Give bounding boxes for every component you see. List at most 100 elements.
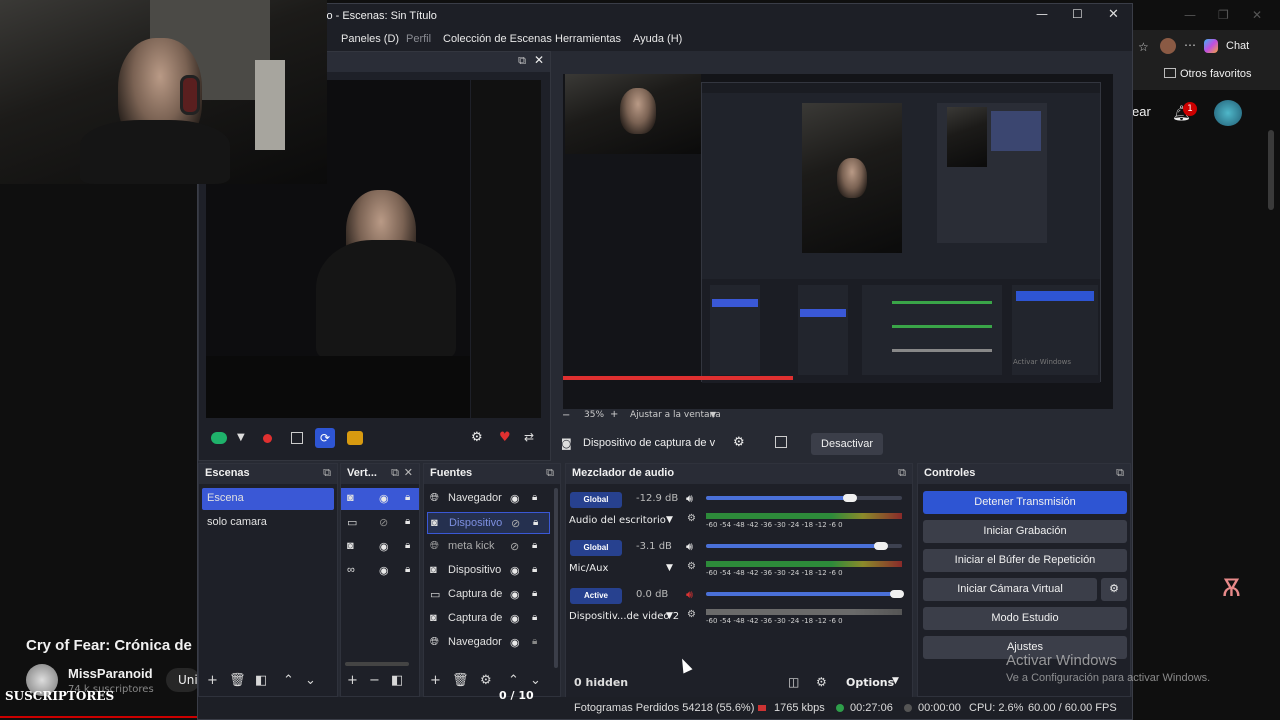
zoom-out-icon[interactable]: −: [562, 410, 570, 421]
chevron-down-icon[interactable]: ⌄: [305, 674, 316, 688]
scene-item[interactable]: Escena: [202, 488, 334, 510]
lock-icon[interactable]: 🔒︎: [532, 636, 537, 647]
studio-icon[interactable]: [291, 432, 303, 444]
close-icon[interactable]: ✕: [1252, 8, 1262, 22]
lock-icon[interactable]: 🔒︎: [405, 492, 410, 503]
channel-name[interactable]: MissParanoid: [68, 666, 153, 681]
vertical-source-item[interactable]: ∞ ◉ 🔒︎: [341, 560, 419, 582]
float-icon[interactable]: ⧉: [323, 466, 331, 480]
chevron-down-icon[interactable]: ▼: [666, 611, 673, 621]
menu-paneles[interactable]: Paneles (D): [341, 33, 399, 45]
scene-item[interactable]: solo camara: [199, 512, 337, 534]
float-icon[interactable]: ⧉: [546, 466, 554, 480]
advanced-audio-icon[interactable]: ⚙: [816, 675, 827, 689]
filter-icon[interactable]: ◧: [391, 674, 403, 688]
menu-herramientas[interactable]: Herramientas: [555, 33, 621, 45]
virtual-camera-button[interactable]: Iniciar Cámara Virtual: [923, 578, 1097, 601]
record-icon[interactable]: [263, 434, 272, 443]
gear-icon[interactable]: ⚙: [471, 430, 483, 445]
studio-mode-button[interactable]: Modo Estudio: [923, 607, 1127, 630]
filter-icon[interactable]: ◧: [255, 674, 267, 688]
lock-icon[interactable]: 🔒︎: [405, 540, 410, 551]
eye-icon[interactable]: ◉: [379, 492, 389, 505]
lock-icon[interactable]: 🔒︎: [532, 492, 537, 503]
virtualcam-icon[interactable]: [347, 431, 363, 445]
volume-slider[interactable]: [706, 542, 902, 550]
volume-knob[interactable]: [874, 542, 889, 550]
maximize-icon[interactable]: ☐: [1072, 7, 1083, 21]
eye-hidden-icon[interactable]: ⊘: [379, 516, 388, 529]
minimize-icon[interactable]: —: [1184, 8, 1196, 22]
eye-icon[interactable]: ◉: [379, 564, 389, 577]
deactivate-button[interactable]: Desactivar: [811, 433, 883, 455]
heart-icon[interactable]: ♥: [499, 430, 511, 445]
monitor-mode-pill[interactable]: Global: [570, 540, 622, 556]
replay-buffer-button[interactable]: Iniciar el Búfer de Repetición: [923, 549, 1127, 572]
source-item[interactable]: ▭ Captura de ◉ 🔒︎: [424, 584, 560, 606]
lock-icon[interactable]: 🔒︎: [532, 612, 537, 623]
star-icon[interactable]: ☆: [1138, 40, 1149, 54]
source-item-selected[interactable]: ◙ Dispositivo ⊘ 🔒︎: [427, 512, 550, 534]
vertical-scrollbar[interactable]: [554, 488, 558, 668]
speaker-icon[interactable]: 🔊︎: [686, 540, 693, 554]
stream-icon[interactable]: [211, 432, 227, 444]
filters-icon[interactable]: [775, 436, 787, 448]
start-recording-button[interactable]: Iniciar Grabación: [923, 520, 1127, 543]
share-icon[interactable]: ⇄: [524, 430, 534, 444]
menu-coleccion[interactable]: Colección de Escenas: [443, 33, 552, 45]
eye-icon[interactable]: ◉: [510, 564, 520, 577]
source-item[interactable]: ◙ Captura de ◉ 🔒︎: [424, 608, 560, 630]
chevron-down-icon[interactable]: ▼: [666, 515, 673, 525]
eye-icon[interactable]: ◉: [510, 492, 520, 505]
vertical-source-item[interactable]: ▭ ⊘ 🔒︎: [341, 512, 419, 534]
eye-icon[interactable]: ◉: [510, 588, 520, 601]
eye-hidden-icon[interactable]: ⊘: [511, 517, 520, 530]
close-icon[interactable]: ✕: [404, 466, 413, 479]
gear-icon[interactable]: ⚙: [733, 435, 745, 450]
eye-icon[interactable]: ◉: [510, 612, 520, 625]
layout-icon[interactable]: ◫: [788, 675, 799, 689]
lock-icon[interactable]: 🔒︎: [532, 540, 537, 551]
float-icon[interactable]: ⧉: [391, 466, 399, 480]
menu-perfil[interactable]: Perfil: [406, 33, 431, 45]
fit-mode-select[interactable]: Ajustar a la ventana: [630, 410, 721, 420]
eye-icon[interactable]: ◉: [510, 636, 520, 649]
speaker-icon[interactable]: 🔊︎: [686, 492, 693, 506]
remove-icon[interactable]: −: [369, 674, 380, 688]
volume-slider[interactable]: [706, 590, 904, 598]
gear-icon[interactable]: ⚙: [480, 674, 492, 688]
options-menu[interactable]: Options: [846, 676, 894, 689]
other-favorites[interactable]: Otros favoritos: [1180, 68, 1252, 80]
float-icon[interactable]: ⧉: [1116, 466, 1124, 480]
settings-icon[interactable]: ⚙: [687, 561, 696, 572]
volume-slider[interactable]: [706, 494, 902, 502]
mute-icon[interactable]: 🔊︎: [686, 588, 693, 602]
chevron-down-icon[interactable]: ▼: [710, 410, 716, 419]
more-icon[interactable]: ⋯: [1184, 38, 1196, 52]
add-icon[interactable]: +: [430, 674, 441, 688]
copilot-icon[interactable]: [1204, 39, 1218, 53]
virtual-camera-settings-button[interactable]: ⚙: [1101, 578, 1127, 601]
eye-icon[interactable]: ◉: [379, 540, 389, 553]
source-item[interactable]: 🌐︎ meta kick ⊘ 🔒︎: [424, 536, 560, 558]
chevron-down-icon[interactable]: ▼: [892, 676, 899, 686]
chevron-up-icon[interactable]: ⌃: [283, 674, 294, 688]
lock-icon[interactable]: 🔒︎: [532, 564, 537, 575]
chevron-down-icon[interactable]: ▼: [666, 563, 673, 573]
zoom-in-icon[interactable]: +: [610, 409, 618, 420]
source-item[interactable]: 🌐︎ Navegador ◉ 🔒︎: [424, 488, 560, 510]
settings-icon[interactable]: ⚙: [687, 609, 696, 620]
vertical-source-item[interactable]: ◙ ◉ 🔒︎: [341, 488, 419, 510]
menu-ayuda[interactable]: Ayuda (H): [633, 33, 682, 45]
stop-stream-button[interactable]: Detener Transmisión: [923, 491, 1127, 514]
trash-icon[interactable]: 🗑︎: [229, 674, 246, 688]
restore-icon[interactable]: ❐: [1218, 8, 1229, 22]
float-icon[interactable]: ⧉: [898, 466, 906, 480]
lock-icon[interactable]: 🔒︎: [405, 564, 410, 575]
close-icon[interactable]: ✕: [1108, 7, 1119, 22]
hidden-count[interactable]: 0 hidden: [574, 676, 628, 689]
settings-icon[interactable]: ⚙: [687, 513, 696, 524]
source-item[interactable]: ◙ Dispositivo ◉ 🔒︎: [424, 560, 560, 582]
lock-icon[interactable]: 🔒︎: [532, 588, 537, 599]
lock-icon[interactable]: 🔒︎: [533, 517, 538, 528]
